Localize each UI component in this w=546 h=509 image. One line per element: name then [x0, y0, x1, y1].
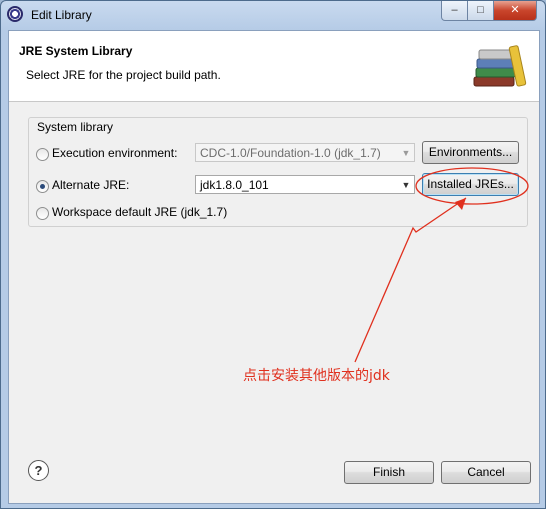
maximize-button[interactable]: □ [467, 1, 494, 21]
help-icon[interactable]: ? [28, 460, 49, 481]
dialog-client-area: JRE System Library Select JRE for the pr… [8, 30, 540, 504]
dialog-header: JRE System Library Select JRE for the pr… [9, 31, 539, 102]
title-bar[interactable]: Edit Library – □ ✕ [1, 1, 545, 29]
alternate-jre-radio[interactable] [36, 180, 49, 193]
execution-environment-label: Execution environment: [52, 146, 178, 160]
group-label: System library [36, 120, 115, 134]
annotation-text: 点击安装其他版本的jdk [243, 368, 390, 384]
execution-environment-radio[interactable] [36, 148, 49, 161]
environments-button[interactable]: Environments... [422, 141, 519, 164]
books-icon [473, 45, 527, 87]
finish-button[interactable]: Finish [344, 461, 434, 484]
cancel-button[interactable]: Cancel [441, 461, 531, 484]
chevron-down-icon: ▼ [401, 148, 411, 158]
alternate-jre-combo[interactable]: jdk1.8.0_101 ▼ [195, 175, 415, 194]
alternate-jre-value: jdk1.8.0_101 [200, 178, 269, 192]
close-button[interactable]: ✕ [493, 1, 537, 21]
execution-environment-value: CDC-1.0/Foundation-1.0 (jdk_1.7) [200, 146, 381, 160]
dialog-window: Edit Library – □ ✕ JRE System Library Se… [0, 0, 546, 509]
window-title: Edit Library [31, 8, 92, 22]
minimize-button[interactable]: – [441, 1, 468, 21]
header-subtitle: Select JRE for the project build path. [26, 68, 221, 82]
workspace-default-label: Workspace default JRE (jdk_1.7) [52, 205, 228, 219]
chevron-down-icon: ▼ [401, 180, 411, 190]
installed-jres-button[interactable]: Installed JREs... [422, 173, 519, 196]
header-title: JRE System Library [19, 44, 133, 58]
eclipse-icon [7, 6, 23, 22]
workspace-default-radio[interactable] [36, 207, 49, 220]
execution-environment-combo: CDC-1.0/Foundation-1.0 (jdk_1.7) ▼ [195, 143, 415, 162]
alternate-jre-label: Alternate JRE: [52, 178, 130, 192]
